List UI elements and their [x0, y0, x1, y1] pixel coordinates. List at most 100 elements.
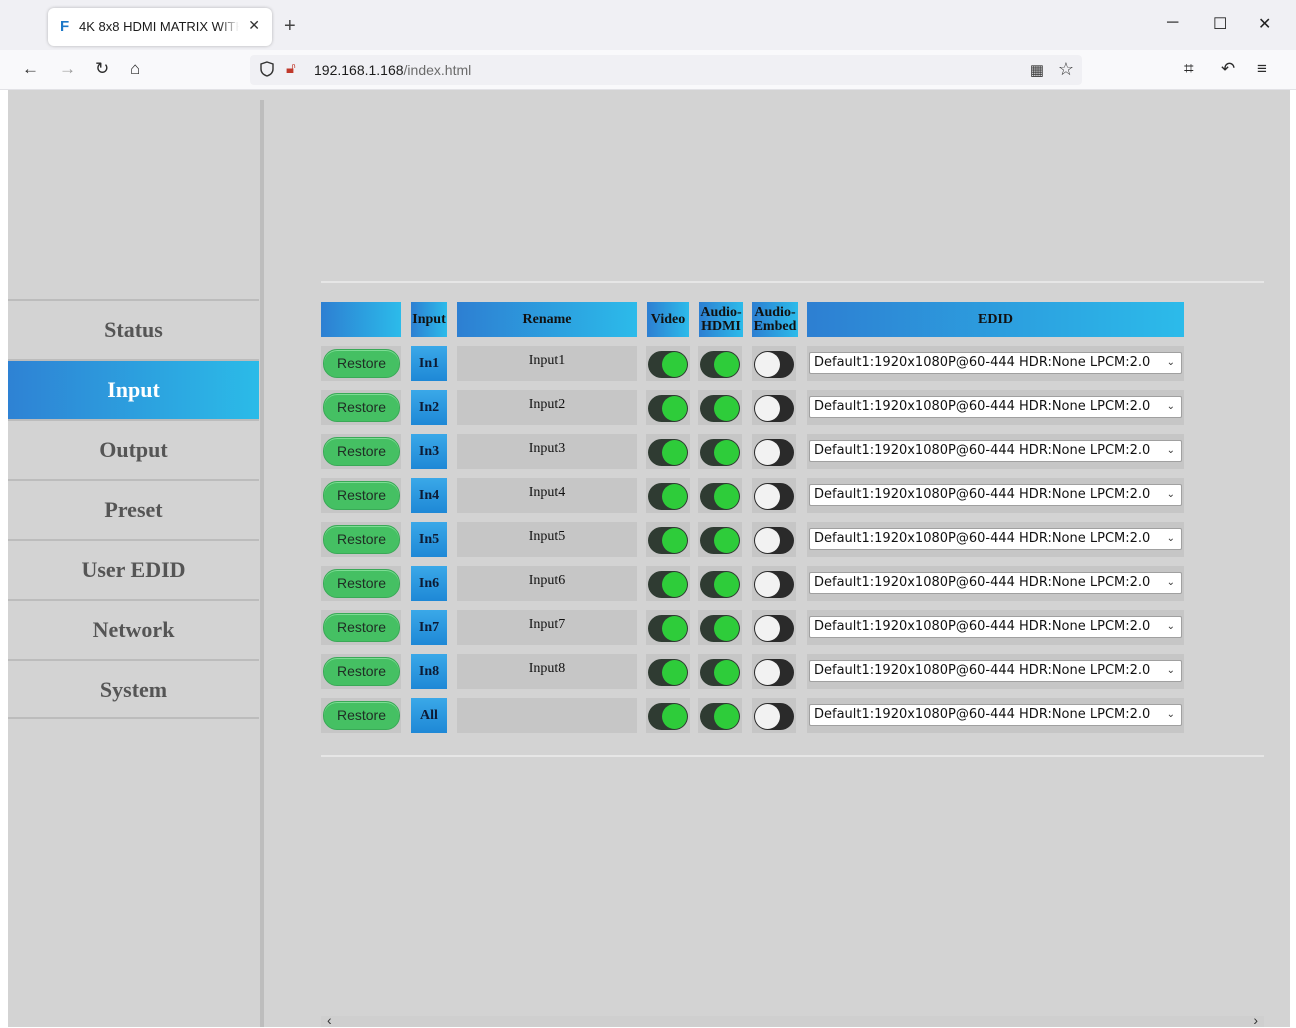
header-rename: Rename	[457, 302, 637, 337]
audio-embed-toggle[interactable]	[752, 390, 796, 425]
audio-embed-toggle[interactable]	[752, 522, 796, 557]
audio-embed-toggle[interactable]	[752, 698, 796, 733]
edid-select[interactable]: Default1:1920x1080P@60-444 HDR:None LPCM…	[809, 704, 1182, 726]
rename-field[interactable]: Input8	[457, 654, 637, 689]
sidebar-item-status[interactable]: Status	[8, 299, 259, 359]
video-toggle[interactable]	[646, 654, 690, 689]
qr-code-icon[interactable]: ▦	[1030, 61, 1044, 79]
browser-tab[interactable]: F 4K 8x8 HDMI MATRIX WITH ✕	[48, 8, 272, 46]
sidebar-item-output[interactable]: Output	[8, 419, 259, 479]
edid-select[interactable]: Default1:1920x1080P@60-444 HDR:None LPCM…	[809, 440, 1182, 462]
rename-field[interactable]	[457, 698, 637, 733]
header-audio-hdmi: Audio- HDMI	[699, 302, 743, 337]
chevron-down-icon: ⌄	[1166, 577, 1175, 588]
edid-cell: Default1:1920x1080P@60-444 HDR:None LPCM…	[807, 390, 1184, 425]
close-window-icon[interactable]: ✕	[1258, 14, 1271, 34]
audio-embed-toggle[interactable]	[752, 434, 796, 469]
video-toggle[interactable]	[646, 522, 690, 557]
edid-select[interactable]: Default1:1920x1080P@60-444 HDR:None LPCM…	[809, 572, 1182, 594]
restore-cell: Restore	[321, 522, 401, 557]
table-row: Restore In8 Input8 Default1:1920x1080P@60-4…	[321, 654, 1221, 689]
edid-select[interactable]: Default1:1920x1080P@60-444 HDR:None LPCM…	[809, 528, 1182, 550]
audio-embed-toggle[interactable]	[752, 478, 796, 513]
edid-select[interactable]: Default1:1920x1080P@60-444 HDR:None LPCM…	[809, 352, 1182, 374]
rename-field[interactable]: Input3	[457, 434, 637, 469]
restore-button[interactable]: Restore	[323, 393, 400, 422]
horizontal-scrollbar[interactable]: ‹ ›	[321, 1012, 1264, 1028]
maximize-icon[interactable]: ☐	[1213, 14, 1227, 34]
video-toggle[interactable]	[646, 478, 690, 513]
rename-field[interactable]: Input5	[457, 522, 637, 557]
input-label: In8	[411, 654, 447, 689]
audio-hdmi-toggle[interactable]	[698, 654, 742, 689]
audio-embed-toggle[interactable]	[752, 346, 796, 381]
menu-icon[interactable]: ≡	[1257, 59, 1267, 79]
scroll-left-icon[interactable]: ‹	[327, 1012, 332, 1028]
chevron-down-icon: ⌄	[1166, 533, 1175, 544]
rename-field[interactable]: Input2	[457, 390, 637, 425]
edid-select[interactable]: Default1:1920x1080P@60-444 HDR:None LPCM…	[809, 484, 1182, 506]
sidebar-item-input[interactable]: Input	[8, 359, 259, 419]
sidebar-item-system[interactable]: System	[8, 659, 259, 719]
sidebar-item-preset[interactable]: Preset	[8, 479, 259, 539]
audio-hdmi-toggle[interactable]	[698, 566, 742, 601]
input-label: In1	[411, 346, 447, 381]
screenshot-icon[interactable]: ⌗	[1184, 59, 1194, 79]
restore-button[interactable]: Restore	[323, 349, 400, 378]
audio-hdmi-toggle[interactable]	[698, 610, 742, 645]
audio-embed-toggle[interactable]	[752, 566, 796, 601]
restore-button[interactable]: Restore	[323, 525, 400, 554]
video-toggle[interactable]	[646, 698, 690, 733]
restore-button[interactable]: Restore	[323, 657, 400, 686]
restore-cell: Restore	[321, 434, 401, 469]
video-toggle-knob	[662, 660, 687, 685]
insecure-lock-icon[interactable]: 🔓︎	[286, 60, 296, 77]
audio-embed-toggle[interactable]	[752, 610, 796, 645]
bookmark-star-icon[interactable]: ☆	[1058, 59, 1074, 80]
restore-button[interactable]: Restore	[323, 437, 400, 466]
video-toggle[interactable]	[646, 434, 690, 469]
input-label: In3	[411, 434, 447, 469]
audio-embed-toggle[interactable]	[752, 654, 796, 689]
forward-icon[interactable]: →	[59, 59, 76, 79]
edid-select[interactable]: Default1:1920x1080P@60-444 HDR:None LPCM…	[809, 396, 1182, 418]
sidebar-item-network[interactable]: Network	[8, 599, 259, 659]
audio-hdmi-toggle-knob	[714, 528, 739, 553]
audio-hdmi-toggle[interactable]	[698, 698, 742, 733]
close-tab-icon[interactable]: ✕	[248, 17, 260, 34]
audio-hdmi-toggle[interactable]	[698, 522, 742, 557]
edid-select[interactable]: Default1:1920x1080P@60-444 HDR:None LPCM…	[809, 616, 1182, 638]
video-toggle[interactable]	[646, 610, 690, 645]
scroll-right-icon[interactable]: ›	[1253, 1012, 1258, 1028]
chevron-down-icon: ⌄	[1166, 445, 1175, 456]
restore-cell: Restore	[321, 566, 401, 601]
back-icon[interactable]: ←	[22, 59, 39, 79]
shield-icon[interactable]	[260, 61, 274, 77]
header-audio-hdmi-line2: HDMI	[701, 318, 741, 334]
home-icon[interactable]: ⌂	[130, 59, 140, 79]
audio-hdmi-toggle[interactable]	[698, 390, 742, 425]
audio-hdmi-toggle[interactable]	[698, 346, 742, 381]
restore-button[interactable]: Restore	[323, 613, 400, 642]
restore-button[interactable]: Restore	[323, 569, 400, 598]
rename-field[interactable]: Input1	[457, 346, 637, 381]
undo-icon[interactable]: ↶	[1221, 59, 1235, 79]
rename-field[interactable]: Input7	[457, 610, 637, 645]
minimize-icon[interactable]: ─	[1167, 14, 1178, 32]
audio-hdmi-toggle[interactable]	[698, 478, 742, 513]
edid-select[interactable]: Default1:1920x1080P@60-444 HDR:None LPCM…	[809, 660, 1182, 682]
reload-icon[interactable]: ↻	[95, 59, 109, 79]
video-toggle[interactable]	[646, 346, 690, 381]
video-toggle[interactable]	[646, 390, 690, 425]
audio-hdmi-toggle[interactable]	[698, 434, 742, 469]
audio-embed-toggle-knob	[755, 440, 780, 465]
restore-button[interactable]: Restore	[323, 701, 400, 730]
video-toggle[interactable]	[646, 566, 690, 601]
rename-field[interactable]: Input4	[457, 478, 637, 513]
sidebar-item-user-edid[interactable]: User EDID	[8, 539, 259, 599]
new-tab-icon[interactable]: +	[284, 16, 296, 36]
restore-button[interactable]: Restore	[323, 481, 400, 510]
rename-field[interactable]: Input6	[457, 566, 637, 601]
audio-embed-toggle-knob	[755, 352, 780, 377]
address-bar[interactable]: 🔓︎ 192.168.1.168/index.html ▦ ☆	[250, 55, 1082, 85]
